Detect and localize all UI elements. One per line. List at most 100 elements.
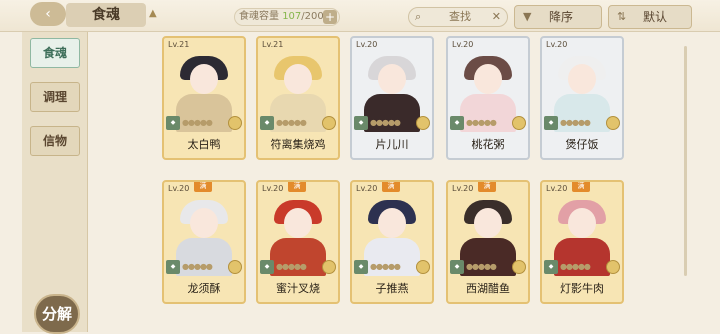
sort-order-button[interactable]: ▼ 降序 (514, 5, 602, 29)
medal-icon (606, 260, 620, 274)
capacity-indicator: 食魂容量 107/200 + (234, 8, 340, 26)
card-name: 龙须酥 (187, 282, 221, 295)
character-face (190, 64, 218, 94)
role-tag-icon: ◆ (354, 116, 368, 130)
star-rating: ●●●●● (560, 118, 591, 127)
full-badge: 满 (194, 182, 212, 192)
food-soul-card[interactable]: Lv.20 ◆ ●●●●● 片儿川 (350, 36, 434, 160)
medal-icon (322, 260, 336, 274)
medal-icon (228, 260, 242, 274)
star-rating: ●●●●● (466, 262, 497, 271)
food-soul-card[interactable]: Lv.20 ◆ ●●●●● 西湖醋鱼 满 (446, 180, 530, 304)
character-face (378, 64, 406, 94)
full-badge: 满 (572, 182, 590, 192)
food-soul-card[interactable]: Lv.20 ◆ ●●●●● 龙须酥 满 (162, 180, 246, 304)
card-level: Lv.21 (262, 40, 284, 49)
capacity-label: 食魂容量 (239, 11, 279, 22)
food-soul-card[interactable]: Lv.21 ◆ ●●●●● 符离集烧鸡 (256, 36, 340, 160)
role-tag-icon: ◆ (260, 116, 274, 130)
food-soul-card[interactable]: Lv.20 ◆ ●●●●● 子推燕 满 (350, 180, 434, 304)
character-face (568, 64, 596, 94)
character-face (378, 208, 406, 238)
food-soul-card[interactable]: Lv.20 ◆ ●●●●● 蜜汁叉烧 满 (256, 180, 340, 304)
sort-order-label: 降序 (549, 10, 574, 24)
star-rating: ●●●●● (466, 118, 497, 127)
star-rating: ●●●●● (560, 262, 591, 271)
full-badge: 满 (382, 182, 400, 192)
tab-tokens[interactable]: 信物 (30, 126, 80, 156)
star-rating: ●●●●● (370, 262, 401, 271)
card-name: 灯影牛肉 (560, 282, 604, 295)
role-tag-icon: ◆ (450, 116, 464, 130)
decompose-button[interactable]: 分解 (34, 294, 80, 334)
chevron-down-icon: ▼ (523, 10, 532, 23)
card-name: 煲仔饭 (565, 138, 599, 151)
medal-icon (416, 260, 430, 274)
card-name: 蜜汁叉烧 (276, 282, 320, 295)
medal-icon (416, 116, 430, 130)
top-bar: ‹ 食魂 ▲ 食魂容量 107/200 + ⌕ 查找 ✕ ▼ 降序 ⇅ 默认 (0, 0, 720, 32)
page-title: 食魂 (66, 3, 146, 27)
scrollbar[interactable] (684, 46, 687, 276)
character-face (474, 208, 502, 238)
add-capacity-button[interactable]: + (323, 10, 337, 24)
sort-mode-label: 默认 (643, 10, 668, 24)
chef-hat-icon: ▲ (149, 8, 157, 19)
medal-icon (512, 116, 526, 130)
card-level: Lv.20 (452, 184, 474, 193)
capacity-current: 107 (282, 11, 302, 22)
food-soul-card[interactable]: Lv.20 ◆ ●●●●● 桃花粥 (446, 36, 530, 160)
role-tag-icon: ◆ (544, 116, 558, 130)
tab-conditioning[interactable]: 调理 (30, 82, 80, 112)
role-tag-icon: ◆ (260, 260, 274, 274)
search-placeholder: 查找 (449, 10, 471, 23)
star-rating: ●●●●● (276, 118, 307, 127)
role-tag-icon: ◆ (166, 116, 180, 130)
tab-food-soul[interactable]: 食魂 (30, 38, 80, 68)
back-arrow-icon[interactable]: ‹ (30, 2, 66, 26)
card-level: Lv.21 (168, 40, 190, 49)
sort-icon: ⇅ (617, 10, 627, 23)
search-icon: ⌕ (415, 10, 422, 23)
role-tag-icon: ◆ (354, 260, 368, 274)
character-face (190, 208, 218, 238)
card-level: Lv.20 (356, 184, 378, 193)
role-tag-icon: ◆ (544, 260, 558, 274)
character-face (284, 208, 312, 238)
character-face (284, 64, 312, 94)
card-level: Lv.20 (546, 184, 568, 193)
search-input[interactable]: ⌕ 查找 ✕ (408, 7, 508, 27)
star-rating: ●●●●● (182, 118, 213, 127)
medal-icon (512, 260, 526, 274)
food-soul-card[interactable]: Lv.20 ◆ ●●●●● 灯影牛肉 满 (540, 180, 624, 304)
clear-icon[interactable]: ✕ (492, 8, 501, 26)
capacity-max: /200 (301, 11, 324, 22)
card-name: 符离集烧鸡 (270, 138, 326, 151)
character-face (474, 64, 502, 94)
sidebar: 食魂 调理 信物 分解 (22, 32, 88, 334)
role-tag-icon: ◆ (450, 260, 464, 274)
role-tag-icon: ◆ (166, 260, 180, 274)
card-level: Lv.20 (356, 40, 378, 49)
card-level: Lv.20 (262, 184, 284, 193)
full-badge: 满 (288, 182, 306, 192)
card-level: Lv.20 (546, 40, 568, 49)
star-rating: ●●●●● (370, 118, 401, 127)
medal-icon (228, 116, 242, 130)
full-badge: 满 (478, 182, 496, 192)
card-name: 西湖醋鱼 (466, 282, 510, 295)
card-name: 片儿川 (375, 138, 409, 151)
card-level: Lv.20 (452, 40, 474, 49)
card-name: 子推燕 (375, 282, 409, 295)
food-soul-card[interactable]: Lv.20 ◆ ●●●●● 煲仔饭 (540, 36, 624, 160)
sort-mode-button[interactable]: ⇅ 默认 (608, 5, 692, 29)
card-name: 桃花粥 (471, 138, 505, 151)
star-rating: ●●●●● (182, 262, 213, 271)
card-name: 太白鸭 (187, 138, 221, 151)
food-soul-card[interactable]: Lv.21 ◆ ●●●●● 太白鸭 (162, 36, 246, 160)
star-rating: ●●●●● (276, 262, 307, 271)
medal-icon (322, 116, 336, 130)
medal-icon (606, 116, 620, 130)
character-face (568, 208, 596, 238)
card-level: Lv.20 (168, 184, 190, 193)
